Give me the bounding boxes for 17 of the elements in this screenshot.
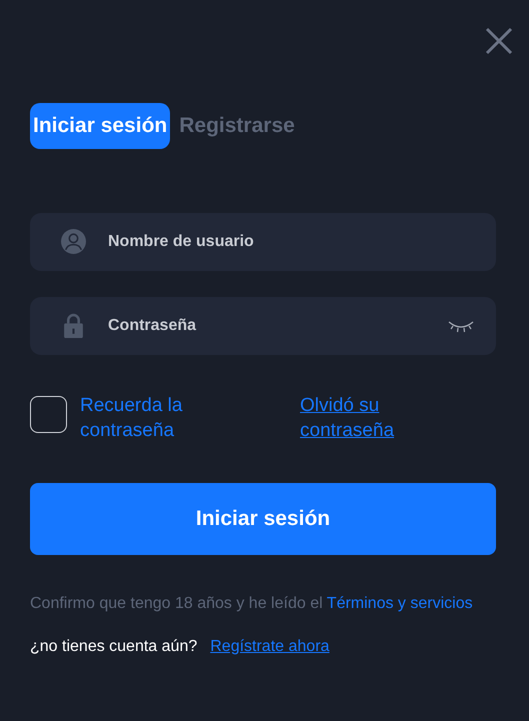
forgot-password-link[interactable]: Olvidó su contraseña	[300, 393, 440, 443]
checkbox[interactable]	[30, 396, 67, 433]
close-button[interactable]	[485, 27, 513, 55]
terms-text: Confirmo que tengo 18 años y he leído el Términos y servicios	[30, 594, 474, 614]
signup-link[interactable]: Regístrate ahora	[210, 638, 330, 656]
close-icon	[485, 27, 513, 55]
tab[interactable]: Registrarse	[176, 103, 298, 149]
closed-eye-icon[interactable]	[448, 320, 474, 334]
tab[interactable]: Iniciar sesión	[30, 103, 170, 149]
login-button[interactable]: Iniciar sesión	[30, 483, 496, 555]
terms-link[interactable]: Términos y servicios	[326, 595, 473, 612]
remember-label: Recuerda la contraseña	[80, 394, 184, 443]
user-icon	[61, 229, 86, 254]
no-account-text: ¿no tienes cuenta aún?	[30, 638, 198, 656]
password-field[interactable]: Contraseña	[30, 297, 496, 355]
username-field[interactable]: Nombre de usuario	[30, 213, 496, 271]
lock-icon	[61, 313, 86, 338]
